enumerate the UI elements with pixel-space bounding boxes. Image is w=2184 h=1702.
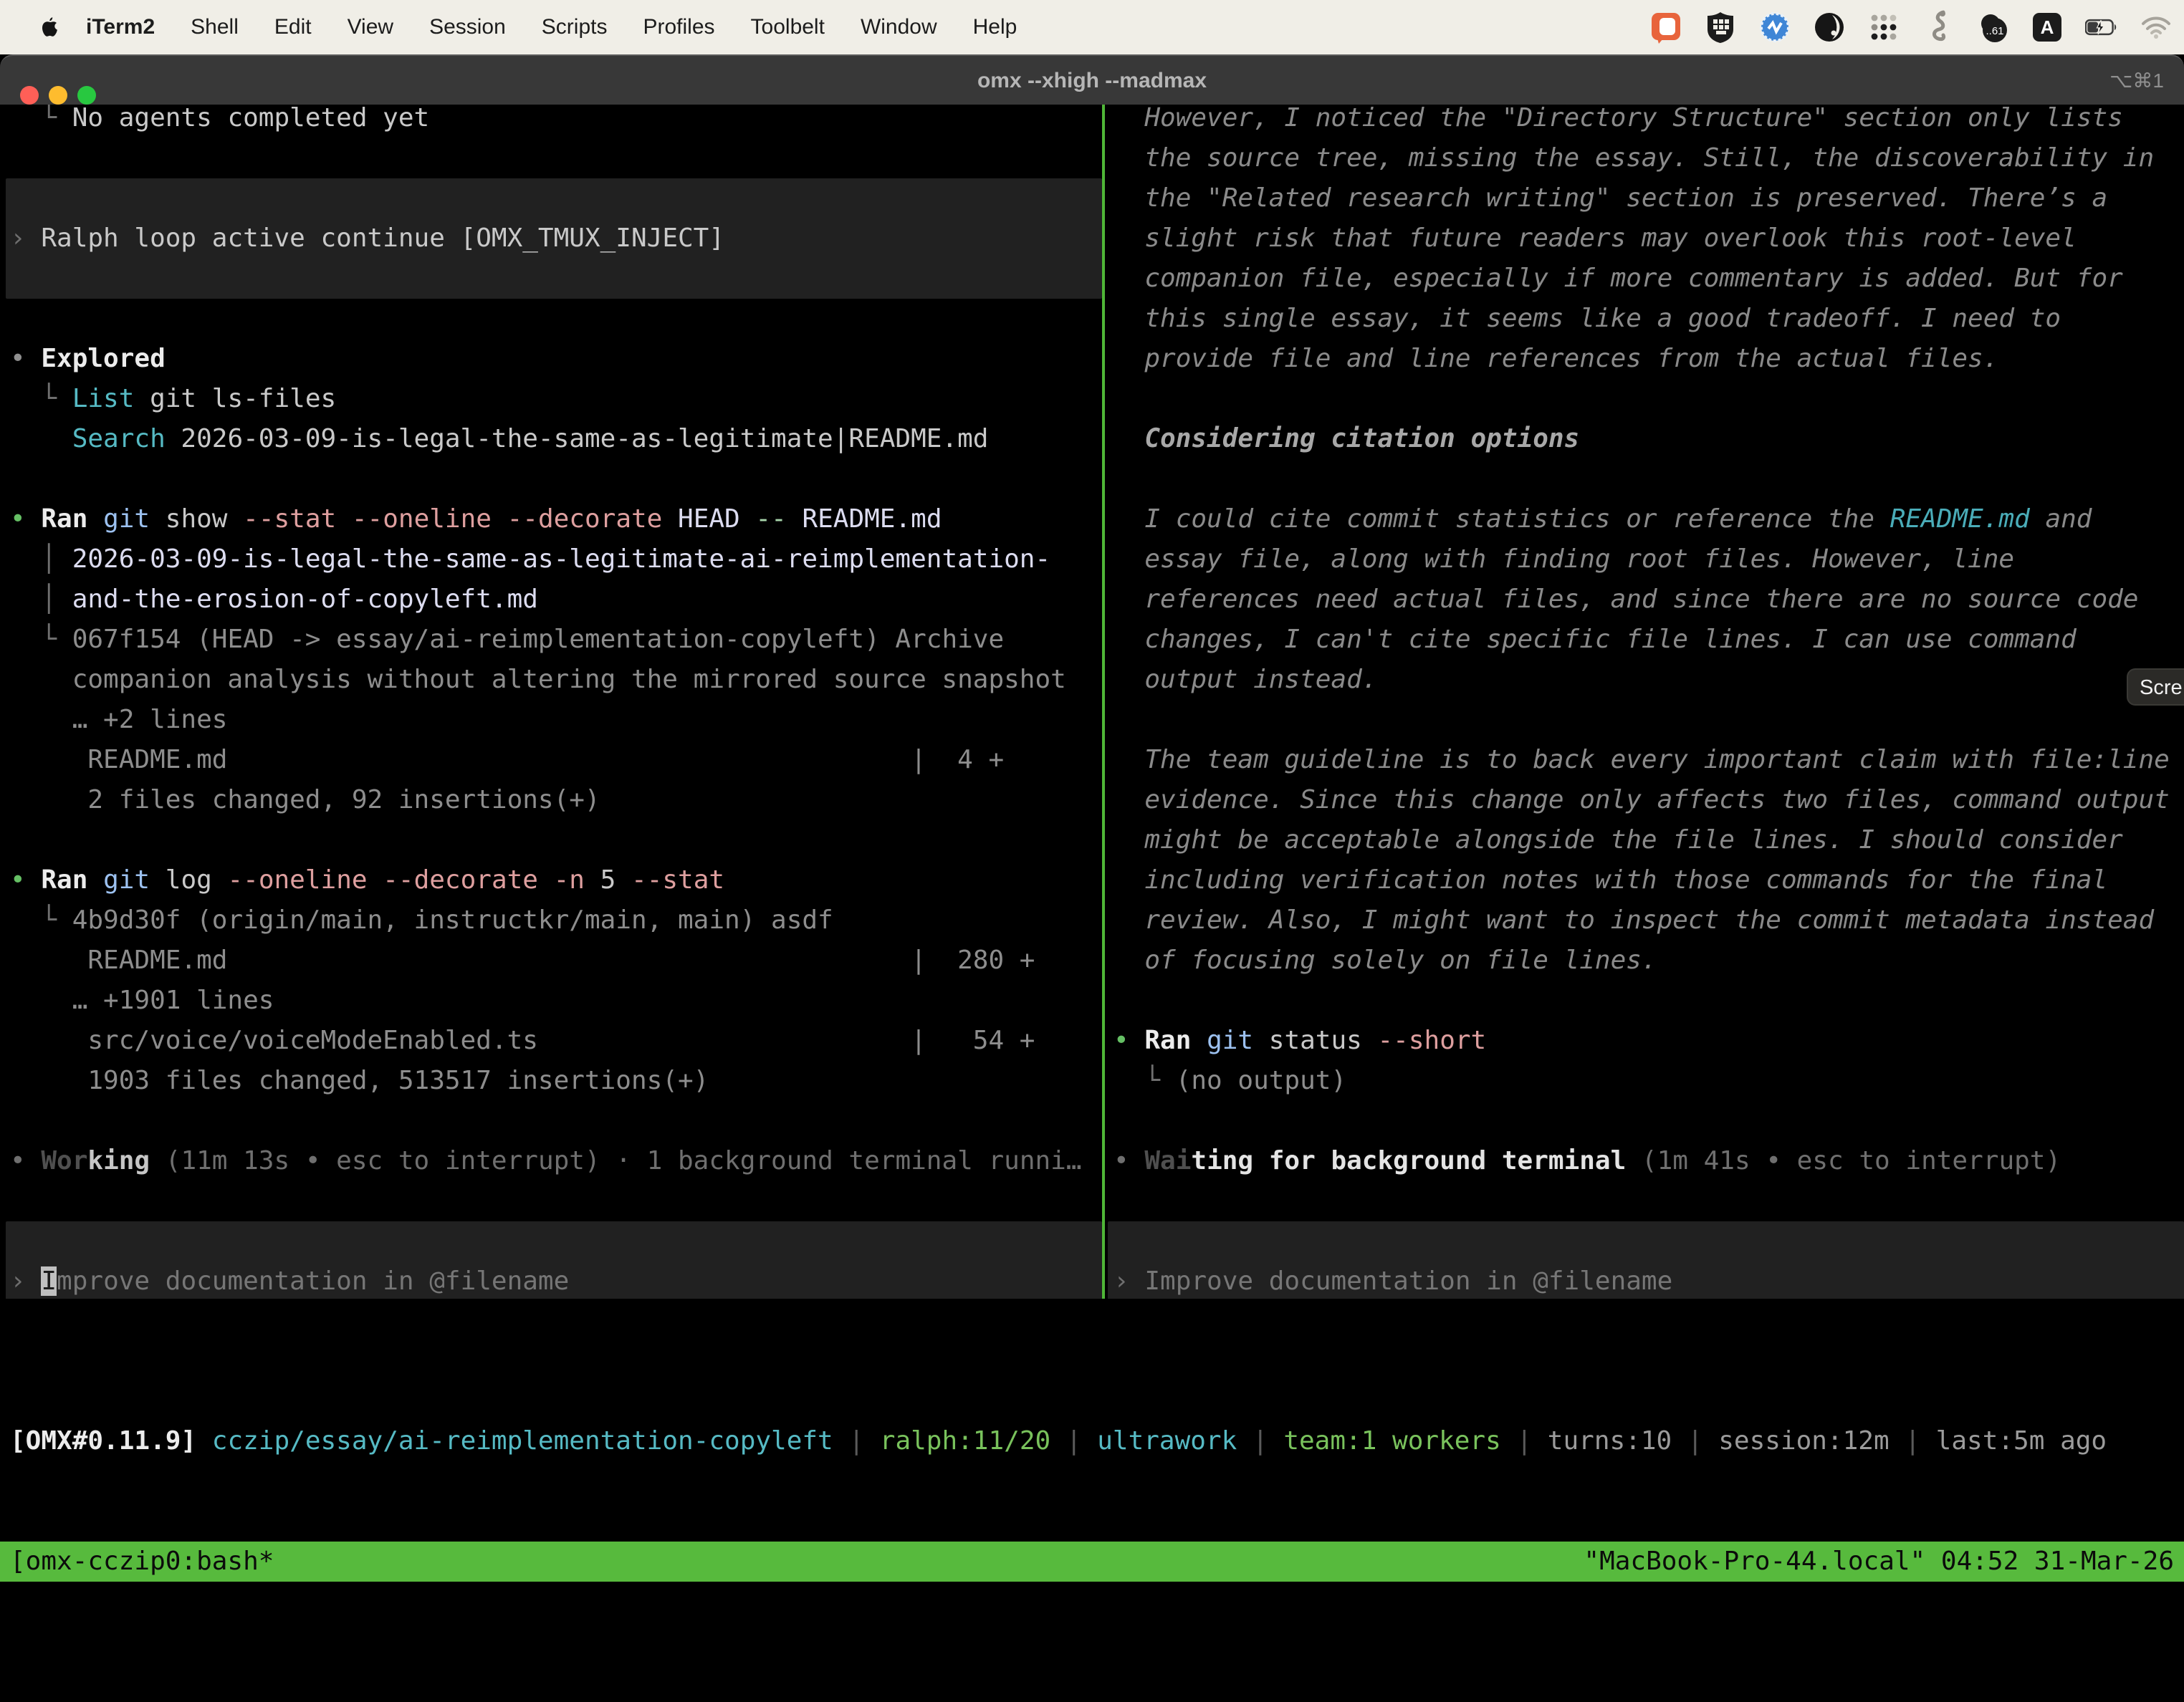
- waiting-status-line: • Waiting for background terminal (1m 41…: [1113, 1141, 2061, 1181]
- reasoning-line: the source tree, missing the essay. Stil…: [1113, 138, 2154, 178]
- history-prompt-line: › Ralph loop active continue [OMX_TMUX_I…: [10, 218, 724, 259]
- explored-list-line: └ List git ls-files: [10, 379, 336, 419]
- command-line: • Ran git status --short: [1113, 1021, 1486, 1061]
- block-cursor: I: [41, 1266, 57, 1296]
- tmux-session-label: [omx-cczip0:bash*: [10, 1542, 274, 1582]
- window-title: omx --xhigh --madmax: [0, 56, 2184, 106]
- verified-badge-icon[interactable]: [1758, 11, 1791, 44]
- tmux-vertical-divider[interactable]: [1102, 105, 1105, 1403]
- input-source-label: A: [2041, 16, 2054, 38]
- omx-status-pane: [OMX#0.11.9] cczip/essay/ai-reimplementa…: [0, 1299, 2184, 1494]
- tmux-status-bar: [omx-cczip0:bash* "MacBook-Pro-44.local"…: [0, 1542, 2184, 1582]
- explored-search-line: Search 2026-03-09-is-legal-the-same-as-l…: [10, 419, 988, 459]
- reasoning-line: However, I noticed the "Directory Struct…: [1113, 105, 2123, 138]
- command-output-line: 1903 files changed, 513517 insertions(+): [10, 1061, 709, 1101]
- prompt-line[interactable]: › Improve documentation in @filename: [1113, 1261, 1672, 1302]
- window-title-bar: omx --xhigh --madmax ⌥⌘1: [0, 54, 2184, 106]
- keyboard-shield-icon[interactable]: [1704, 11, 1737, 44]
- command-output-line: companion analysis without altering the …: [10, 660, 1066, 700]
- hook-squiggle-icon[interactable]: [1922, 11, 1955, 44]
- agents-summary-line: └ No agents completed yet: [10, 105, 429, 138]
- menu-item-edit[interactable]: Edit: [257, 15, 330, 39]
- reasoning-line: changes, I can't cite specific file line…: [1113, 620, 2077, 660]
- menu-bar-status-icons: ..61 A: [1649, 0, 2173, 54]
- reasoning-line: this single essay, it seems like a good …: [1113, 299, 2061, 339]
- window-shortcut-badge: ⌥⌘1: [2109, 56, 2164, 106]
- left-terminal-pane: └ No agents completed yet › Ralph loop ac…: [0, 105, 1102, 1401]
- menu-item-shell[interactable]: Shell: [173, 15, 257, 39]
- explored-header-line: • Explored: [10, 339, 166, 379]
- menu-item-session[interactable]: Session: [411, 15, 524, 39]
- menu-item-iterm2[interactable]: iTerm2: [66, 15, 173, 39]
- screen-share-overlay-button[interactable]: Scre: [2127, 668, 2184, 706]
- input-source-icon[interactable]: A: [2031, 11, 2064, 44]
- dots-grid-icon[interactable]: [1867, 11, 1900, 44]
- reasoning-line: slight risk that future readers may over…: [1113, 218, 2077, 259]
- command-output-line: └ 4b9d30f (origin/main, instructkr/main,…: [10, 900, 833, 941]
- command-output-line: src/voice/voiceModeEnabled.ts | 54 +: [10, 1021, 1035, 1061]
- reasoning-line: essay file, along with finding root file…: [1113, 539, 2014, 580]
- reasoning-line: I could cite commit statistics or refere…: [1113, 499, 2092, 539]
- reasoning-line: evidence. Since this change only affects…: [1113, 780, 2170, 820]
- prompt-line[interactable]: › Improve documentation in @filename: [10, 1261, 569, 1302]
- reasoning-line: references need actual files, and since …: [1113, 580, 2138, 620]
- screen-record-icon[interactable]: [1649, 11, 1682, 44]
- tmux-host-clock-label: "MacBook-Pro-44.local" 04:52 31-Mar-26: [1584, 1542, 2174, 1582]
- command-output-line: README.md | 4 +: [10, 740, 1004, 780]
- reasoning-line: output instead.: [1113, 660, 1377, 700]
- badge-61-label: ..61: [1986, 25, 2003, 37]
- menu-item-profiles[interactable]: Profiles: [625, 15, 732, 39]
- command-output-line: 2 files changed, 92 insertions(+): [10, 780, 600, 820]
- omx-status-line: [OMX#0.11.9] cczip/essay/ai-reimplementa…: [10, 1421, 2107, 1461]
- reasoning-line: including verification notes with those …: [1113, 860, 2107, 900]
- menu-item-scripts[interactable]: Scripts: [524, 15, 626, 39]
- battery-icon[interactable]: [2085, 11, 2118, 44]
- command-output-line: └ (no output): [1113, 1061, 1346, 1101]
- command-output-line: … +2 lines: [10, 700, 227, 740]
- macos-menu-bar: iTerm2ShellEditViewSessionScriptsProfile…: [0, 0, 2184, 54]
- menu-item-window[interactable]: Window: [843, 15, 955, 39]
- right-terminal-pane: However, I noticed the "Directory Struct…: [1105, 105, 2184, 1401]
- menu-item-toolbelt[interactable]: Toolbelt: [733, 15, 843, 39]
- badge-61-icon[interactable]: ..61: [1976, 11, 2009, 44]
- reasoning-line: companion file, especially if more comme…: [1113, 259, 2123, 299]
- reasoning-line: the "Related research writing" section i…: [1113, 178, 2107, 218]
- working-status-line: • Working (11m 13s • esc to interrupt) ·…: [10, 1141, 1082, 1181]
- menu-items: iTerm2ShellEditViewSessionScriptsProfile…: [66, 15, 1035, 39]
- command-line: • Ran git show --stat --oneline --decora…: [10, 499, 942, 539]
- wifi-icon[interactable]: [2140, 11, 2173, 44]
- menu-item-view[interactable]: View: [330, 15, 411, 39]
- command-output-line: README.md | 280 +: [10, 941, 1035, 981]
- command-output-line: … +1901 lines: [10, 981, 274, 1021]
- command-arg-line: │ and-the-erosion-of-copyleft.md: [10, 580, 538, 620]
- reasoning-line: provide file and line references from th…: [1113, 339, 1998, 379]
- apple-menu-icon[interactable]: [40, 16, 59, 39]
- reasoning-heading-line: Considering citation options: [1113, 419, 1579, 459]
- menu-item-help[interactable]: Help: [955, 15, 1035, 39]
- reasoning-line: review. Also, I might want to inspect th…: [1113, 900, 2154, 941]
- crescent-app-icon[interactable]: [1813, 11, 1846, 44]
- reasoning-line: of focusing solely on file lines.: [1113, 941, 1657, 981]
- reasoning-line: The team guideline is to back every impo…: [1113, 740, 2170, 780]
- reasoning-line: might be acceptable alongside the file l…: [1113, 820, 2123, 860]
- command-arg-line: │ 2026-03-09-is-legal-the-same-as-legiti…: [10, 539, 1050, 580]
- command-line: • Ran git log --oneline --decorate -n 5 …: [10, 860, 724, 900]
- command-output-line: └ 067f154 (HEAD -> essay/ai-reimplementa…: [10, 620, 1004, 660]
